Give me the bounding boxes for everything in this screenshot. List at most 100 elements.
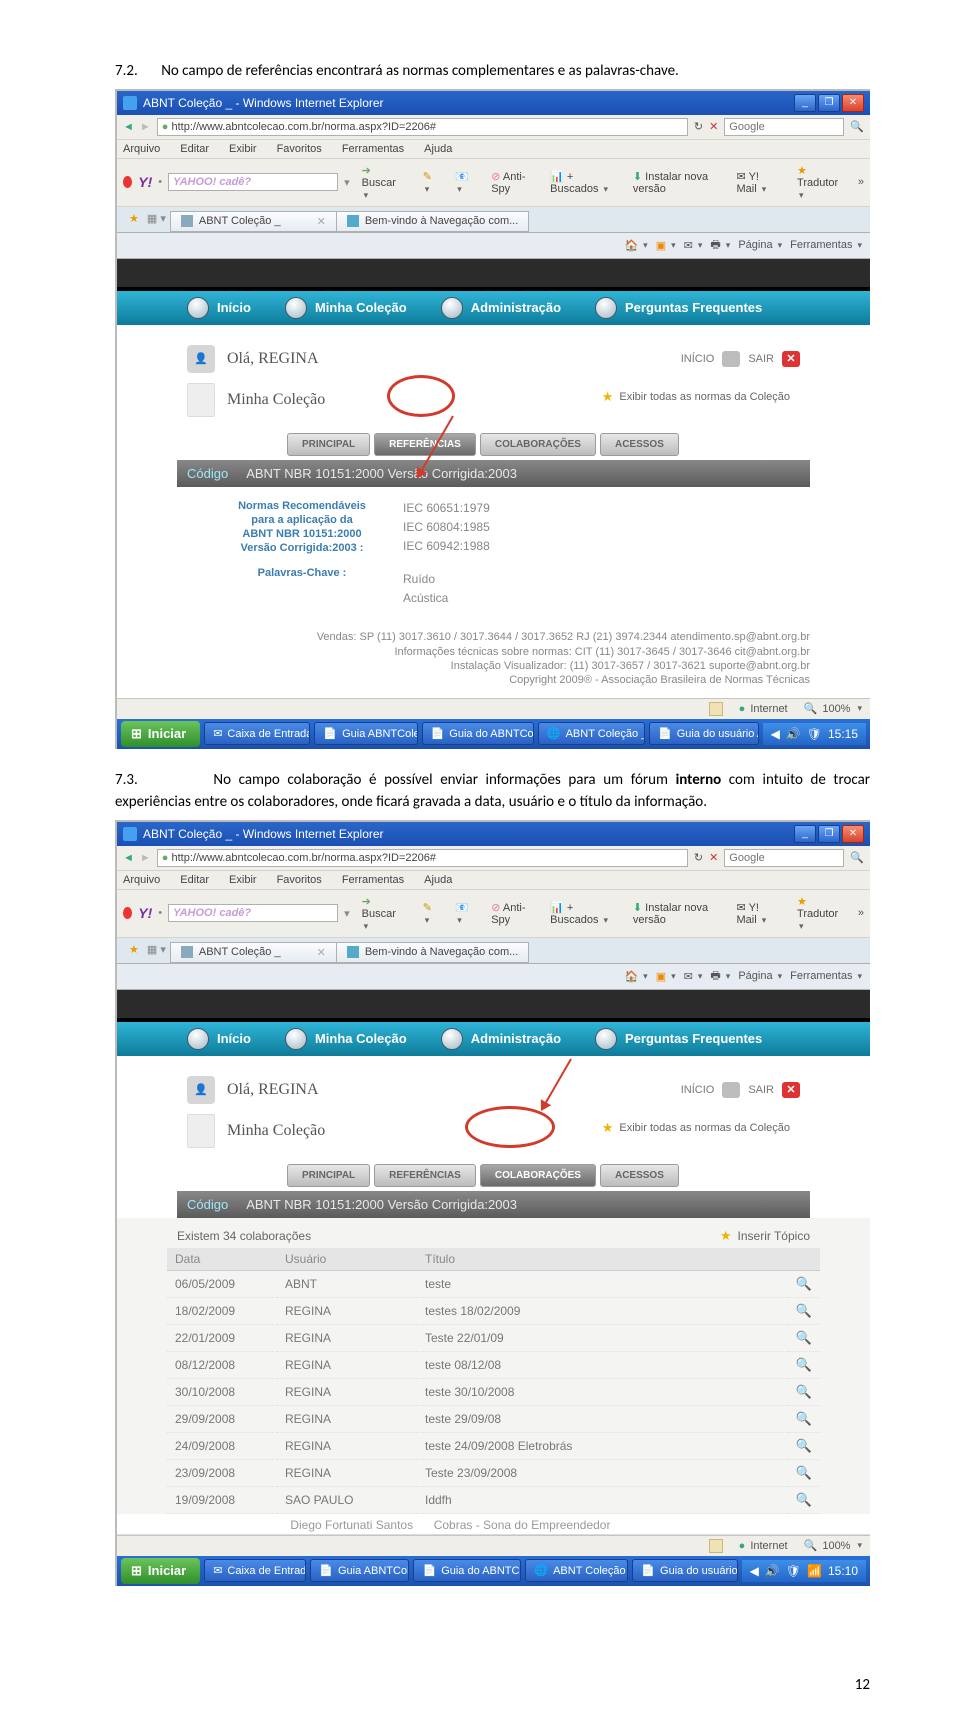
tray-icon[interactable]: 📶 xyxy=(807,1564,822,1578)
minimize-button[interactable]: _ xyxy=(794,94,816,112)
tray-icon[interactable]: 🔊 xyxy=(786,727,801,741)
nav-administracao[interactable]: Administração xyxy=(441,297,561,319)
search-go-button[interactable]: 🔍 xyxy=(850,851,864,864)
task-button[interactable]: 📄Guia do usuário AB... xyxy=(632,1559,737,1582)
home-button[interactable]: 🏠 ▾ xyxy=(624,236,647,255)
magnifier-icon[interactable]: 🔍 xyxy=(796,1357,812,1372)
task-button[interactable]: 📄Guia ABNTColeção xyxy=(314,722,417,745)
toolbar-overflow[interactable]: » xyxy=(858,907,864,919)
nav-inicio[interactable]: Início xyxy=(187,1028,251,1050)
magnifier-icon[interactable]: 🔍 xyxy=(796,1384,812,1399)
feed-button[interactable]: ▣ ▾ xyxy=(656,967,676,986)
tb-pencil-icon[interactable]: ✎ ▾ xyxy=(417,168,443,197)
stop-button[interactable]: ✕ xyxy=(709,851,718,864)
menu-arquivo[interactable]: Arquivo xyxy=(123,874,160,886)
tb-buscar[interactable]: ➔ Buscar ▾ xyxy=(356,893,411,934)
search-go-button[interactable]: 🔍 xyxy=(850,120,864,133)
mail-button[interactable]: ✉ ▾ xyxy=(684,236,703,255)
tb-instalar[interactable]: ⬇ Instalar nova versão xyxy=(627,899,725,928)
tb-ymail[interactable]: ✉ Y! Mail ▾ xyxy=(731,168,786,197)
link-sair[interactable]: SAIR xyxy=(748,1084,774,1096)
forward-button[interactable]: ► xyxy=(140,852,151,864)
tb-instalar[interactable]: ⬇ Instalar nova versão xyxy=(627,168,725,197)
tray-icon[interactable]: ◀ xyxy=(771,727,780,741)
nav-minha-colecao[interactable]: Minha Coleção xyxy=(285,297,407,319)
subtab-acessos[interactable]: ACESSOS xyxy=(600,433,679,456)
tb-ymail[interactable]: ✉ Y! Mail ▾ xyxy=(731,899,786,928)
tb-buscados[interactable]: 📊 + Buscados ▾ xyxy=(544,168,621,197)
home-button[interactable]: 🏠 ▾ xyxy=(624,967,647,986)
magnifier-icon[interactable]: 🔍 xyxy=(796,1303,812,1318)
task-button[interactable]: ✉Caixa de Entrada - ... xyxy=(204,1559,306,1582)
nav-inicio[interactable]: Início xyxy=(187,297,251,319)
print-button[interactable]: 🖶 ▾ xyxy=(710,236,730,255)
search-box[interactable] xyxy=(724,849,844,867)
maximize-button[interactable]: ❐ xyxy=(818,94,840,112)
tab-grid-icon[interactable]: ▦ ▾ xyxy=(143,938,170,963)
tb-tradutor[interactable]: ★ Tradutor ▾ xyxy=(791,162,852,203)
nav-administracao[interactable]: Administração xyxy=(441,1028,561,1050)
home-chip-icon[interactable] xyxy=(722,1082,740,1098)
yahoo-search-input[interactable] xyxy=(168,904,338,922)
yahoo-search-input[interactable] xyxy=(168,173,338,191)
tb-antispy[interactable]: ⊘ Anti-Spy xyxy=(485,899,538,928)
subtab-principal[interactable]: PRINCIPAL xyxy=(287,433,370,456)
subtab-acessos[interactable]: ACESSOS xyxy=(600,1164,679,1187)
link-exibir-todas[interactable]: Exibir todas as normas da Coleção xyxy=(619,1122,790,1134)
menu-favoritos[interactable]: Favoritos xyxy=(277,143,322,155)
stop-button[interactable]: ✕ xyxy=(709,120,718,133)
zoom-icon[interactable]: 🔍 xyxy=(804,702,818,715)
mail-button[interactable]: ✉ ▾ xyxy=(684,967,703,986)
tab-abnt[interactable]: ABNT Coleção _✕ xyxy=(170,211,337,232)
tb-buscar[interactable]: ➔ Buscar ▾ xyxy=(356,162,411,203)
task-button[interactable]: 📄Guia do ABNTColeç... xyxy=(422,722,534,745)
toolbar-overflow[interactable]: » xyxy=(858,176,864,188)
subtab-colaboracoes[interactable]: COLABORAÇÕES xyxy=(480,433,596,456)
tb-antispy[interactable]: ⊘ Anti-Spy xyxy=(485,168,538,197)
link-sair[interactable]: SAIR xyxy=(748,353,774,365)
menu-ferramentas[interactable]: Ferramentas xyxy=(342,143,404,155)
magnifier-icon[interactable]: 🔍 xyxy=(796,1465,812,1480)
nav-faq[interactable]: Perguntas Frequentes xyxy=(595,1028,762,1050)
home-chip-icon[interactable] xyxy=(722,351,740,367)
logout-icon[interactable]: ✕ xyxy=(782,351,800,367)
close-button[interactable]: ✕ xyxy=(842,94,864,112)
magnifier-icon[interactable]: 🔍 xyxy=(796,1438,812,1453)
tools-menu[interactable]: Ferramentas ▾ xyxy=(790,236,862,255)
refresh-button[interactable]: ↻ xyxy=(694,851,703,864)
page-menu[interactable]: Página ▾ xyxy=(738,236,782,255)
menu-exibir[interactable]: Exibir xyxy=(229,143,257,155)
task-button[interactable]: 📄Guia ABNTColeção xyxy=(310,1559,409,1582)
favorites-star-icon[interactable]: ★ xyxy=(125,207,143,232)
link-exibir-todas[interactable]: Exibir todas as normas da Coleção xyxy=(619,391,790,403)
tb-tradutor[interactable]: ★ Tradutor ▾ xyxy=(791,893,852,934)
favorites-star-icon[interactable]: ★ xyxy=(125,938,143,963)
subtab-referencias[interactable]: REFERÊNCIAS xyxy=(374,433,476,456)
tb-mail-icon[interactable]: 📧 ▾ xyxy=(449,899,479,928)
task-button[interactable]: 🌐ABNT Coleção _ - ... xyxy=(525,1559,628,1582)
minimize-button[interactable]: _ xyxy=(794,825,816,843)
task-button[interactable]: ✉Caixa de Entrada - ... xyxy=(204,722,310,745)
forward-button[interactable]: ► xyxy=(140,121,151,133)
print-button[interactable]: 🖶 ▾ xyxy=(710,967,730,986)
menu-ajuda[interactable]: Ajuda xyxy=(424,874,452,886)
menu-ferramentas[interactable]: Ferramentas xyxy=(342,874,404,886)
tab-grid-icon[interactable]: ▦ ▾ xyxy=(143,207,170,232)
task-button[interactable]: 🌐ABNT Coleção _ - ... xyxy=(538,722,645,745)
tb-mail-icon[interactable]: 📧 ▾ xyxy=(449,168,479,197)
subtab-colaboracoes[interactable]: COLABORAÇÕES xyxy=(480,1164,596,1187)
nav-minha-colecao[interactable]: Minha Coleção xyxy=(285,1028,407,1050)
menu-editar[interactable]: Editar xyxy=(180,874,209,886)
search-box[interactable] xyxy=(724,118,844,136)
tab-welcome[interactable]: Bem-vindo à Navegação com... xyxy=(336,211,529,232)
close-button[interactable]: ✕ xyxy=(842,825,864,843)
menu-editar[interactable]: Editar xyxy=(180,143,209,155)
link-inicio[interactable]: INÍCIO xyxy=(681,1084,715,1096)
link-inicio[interactable]: INÍCIO xyxy=(681,353,715,365)
start-button[interactable]: ⊞Iniciar xyxy=(121,721,200,747)
tab-welcome[interactable]: Bem-vindo à Navegação com... xyxy=(336,942,529,963)
logout-icon[interactable]: ✕ xyxy=(782,1082,800,1098)
task-button[interactable]: 📄Guia do usuário AB... xyxy=(649,722,759,745)
magnifier-icon[interactable]: 🔍 xyxy=(796,1492,812,1507)
magnifier-icon[interactable]: 🔍 xyxy=(796,1330,812,1345)
